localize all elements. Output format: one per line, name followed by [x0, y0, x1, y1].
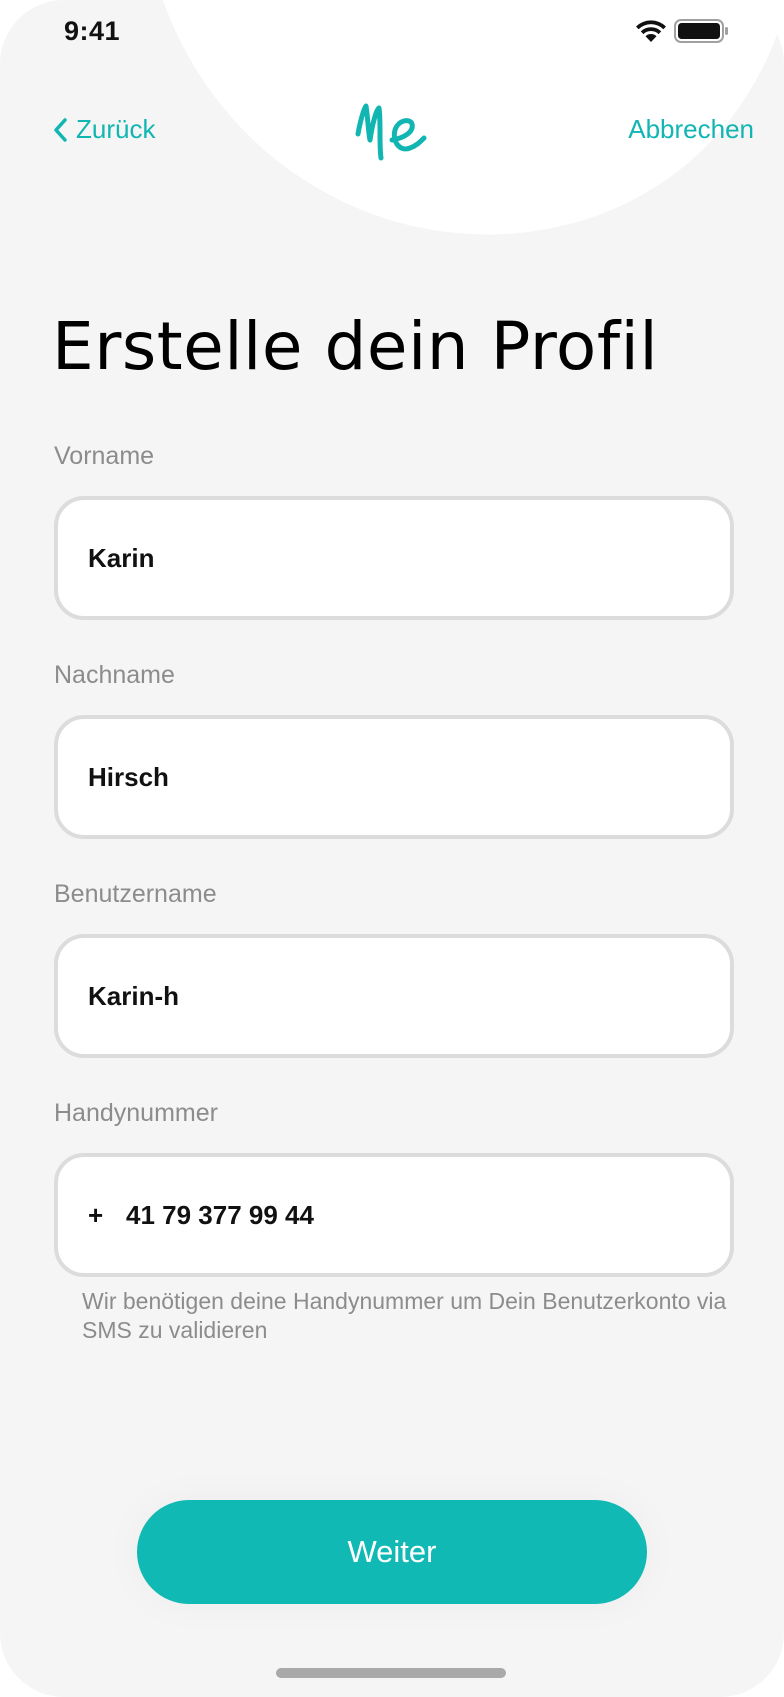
phone-input[interactable]	[126, 1157, 726, 1273]
phone-field[interactable]: +	[54, 1153, 734, 1277]
status-time: 9:41	[64, 16, 121, 46]
me-logo	[355, 103, 427, 161]
first-name-input[interactable]	[88, 500, 688, 616]
screen: 9:41 Zurück Abbrechen Erstelle dein Prof…	[0, 0, 784, 1697]
first-name-field[interactable]	[54, 496, 734, 620]
last-name-field[interactable]	[54, 715, 734, 839]
back-button-label: Zurück	[76, 114, 156, 144]
last-name-label: Nachname	[54, 661, 175, 689]
home-indicator	[276, 1668, 506, 1678]
status-bar: 9:41	[0, 0, 784, 64]
wifi-icon	[636, 20, 666, 42]
chevron-left-icon	[54, 117, 67, 142]
page-title: Erstelle dein Profil	[52, 308, 659, 385]
back-button[interactable]: Zurück	[52, 114, 155, 145]
phone-prefix: +	[88, 1200, 104, 1230]
cancel-button[interactable]: Abbrechen	[628, 114, 754, 145]
continue-button[interactable]: Weiter	[137, 1500, 647, 1604]
username-field[interactable]	[54, 934, 734, 1058]
last-name-input[interactable]	[88, 719, 688, 835]
phone-helper-text: Wir benötigen deine Handynummer um Dein …	[82, 1288, 727, 1343]
first-name-label: Vorname	[54, 442, 155, 470]
navigation-bar: Zurück Abbrechen	[0, 100, 784, 164]
username-label: Benutzername	[54, 880, 217, 908]
phone-label: Handynummer	[54, 1099, 218, 1127]
battery-icon	[674, 19, 728, 43]
username-input[interactable]	[88, 938, 688, 1054]
